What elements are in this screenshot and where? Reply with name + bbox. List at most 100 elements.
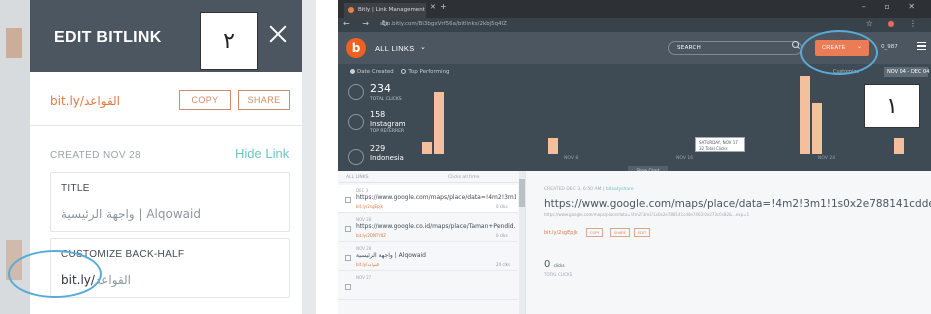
- copy-button[interactable]: COPY: [179, 90, 231, 110]
- bitly-favicon-icon: [348, 7, 354, 13]
- location-icon: [348, 149, 364, 165]
- browser-extension-icons[interactable]: ☆ ● ⋮: [866, 19, 923, 28]
- close-icon[interactable]: [266, 22, 290, 46]
- chart-x-tick: NOV 24: [818, 156, 836, 161]
- highlight-circle: [8, 250, 102, 298]
- stat-label: TOTAL CLICKS: [370, 97, 402, 102]
- short-link-row: bit.ly/القواعد COPY SHARE: [30, 72, 302, 126]
- detail-short-link[interactable]: bit.ly/2sgEpjk: [544, 230, 578, 236]
- annotation-number-1: ١: [864, 84, 920, 128]
- list-header-right: Clicks all time: [448, 175, 480, 180]
- chart-x-tick: NOV 8: [564, 156, 579, 161]
- item-date: NOV 28: [356, 217, 372, 222]
- detail-clicks: 0 clicks: [544, 259, 565, 270]
- filter-top-label[interactable]: Top Performing: [408, 69, 449, 75]
- item-title: https://www.google.com/maps/place/data=!…: [356, 194, 516, 201]
- copy-button[interactable]: COPY: [586, 228, 604, 237]
- chart-x-tick: NOV 16: [676, 156, 694, 161]
- share-button[interactable]: SHARE: [238, 90, 290, 110]
- list-item[interactable]: DEC 3 https://www.google.com/maps/place/…: [338, 185, 518, 213]
- scrollbar-thumb[interactable]: [519, 179, 525, 207]
- radio-top-performing[interactable]: [401, 69, 407, 74]
- detail-title: https://www.google.com/maps/place/data=!…: [544, 198, 931, 210]
- browser-tab-bar: Bitly | Link Management ✕ + – ▫ ✕: [338, 0, 931, 18]
- list-header-left: ALL LINKS: [346, 175, 369, 180]
- analytics-panel: Date Created Top Performing Customize NO…: [338, 64, 931, 174]
- window-controls[interactable]: – ▫ ✕: [862, 2, 923, 11]
- hamburger-menu-icon[interactable]: [917, 42, 926, 50]
- links-list: ALL LINKS Clicks all time DEC 3 https://…: [338, 171, 526, 314]
- share-button[interactable]: SHARE: [610, 228, 630, 237]
- stat-value: 234: [370, 82, 391, 95]
- short-link[interactable]: bit.ly/القواعد: [50, 94, 120, 108]
- chart-bar[interactable]: [548, 138, 558, 154]
- item-title: واجهة الرئيسية | Alqowaid: [356, 252, 426, 259]
- chart-bar[interactable]: [434, 91, 444, 154]
- title-field[interactable]: TITLE واجهة الرئيسية | Alqowaid: [50, 172, 290, 232]
- detail-clicks-unit: clicks: [553, 263, 565, 268]
- tab-title: Bitly | Link Management: [358, 7, 425, 13]
- stat-label: TOP REFERRER: [370, 129, 405, 134]
- radio-date-created[interactable]: [350, 69, 355, 74]
- stat-sub: Instagram: [370, 120, 406, 128]
- edit-bitlink-screenshot: EDIT BITLINK ٢ bit.ly/القواعد COPY SHARE…: [0, 0, 316, 314]
- list-header: ALL LINKS Clicks all time: [338, 171, 525, 183]
- chart-bar[interactable]: [812, 103, 822, 154]
- search-icon[interactable]: [792, 41, 800, 49]
- item-date: NOV 27: [356, 275, 372, 280]
- panel-title: EDIT BITLINK: [54, 29, 162, 46]
- bitly-logo[interactable]: b: [346, 38, 366, 58]
- stat-value: 229: [370, 144, 386, 153]
- chevron-down-icon[interactable]: ⌄: [420, 43, 426, 51]
- stat-sub: Indonesia: [370, 154, 404, 162]
- url-field[interactable]: app.bitly.com/Bi3bgxVrf56a/bitlinks/2kbj…: [380, 21, 507, 27]
- item-clicks: 0 clks: [496, 233, 508, 238]
- panel-header: EDIT BITLINK ٢: [30, 0, 302, 72]
- chart-bar[interactable]: [800, 76, 810, 154]
- hide-link-button[interactable]: Hide Link: [235, 146, 289, 161]
- item-clicks: 24 clks: [496, 262, 511, 267]
- item-clicks: 0 clks: [496, 204, 508, 209]
- search-input[interactable]: SEARCH: [668, 41, 802, 55]
- item-short-link: bit.ly/2DNTY8Z: [356, 233, 387, 238]
- list-scrollbar[interactable]: [519, 171, 525, 314]
- all-links-dropdown[interactable]: ALL LINKS: [375, 44, 415, 53]
- title-label: TITLE: [61, 183, 90, 194]
- checkbox[interactable]: [345, 284, 351, 290]
- item-short-link: bit.ly/القواعد: [356, 262, 380, 267]
- detail-long-url[interactable]: https://www.google.com/maps/place/data=!…: [544, 212, 749, 217]
- list-item[interactable]: NOV 28 https://www.google.co.id/maps/pla…: [338, 214, 518, 242]
- clicks-icon: [348, 84, 364, 100]
- filter-date-label[interactable]: Date Created: [357, 69, 394, 75]
- title-input[interactable]: واجهة الرئيسية | Alqowaid: [61, 207, 201, 221]
- list-item[interactable]: NOV 28 واجهة الرئيسية | Alqowaid bit.ly/…: [338, 243, 518, 271]
- edit-button[interactable]: EDIT: [634, 228, 651, 237]
- filter-options: Date Created Top Performing: [350, 69, 450, 75]
- item-short-link: bit.ly/2sgEpjk: [356, 204, 383, 209]
- tooltip-text: SATURDAY, NOV 17 32 Total Clicks: [699, 140, 738, 151]
- annotation-number-2: ٢: [200, 12, 258, 70]
- detail-created-date: CREATED DEC 3, 6:50 AM |: [544, 187, 606, 192]
- checkbox[interactable]: [345, 255, 351, 261]
- chart-tooltip: SATURDAY, NOV 17 32 Total Clicks: [695, 137, 745, 152]
- browser-tab[interactable]: Bitly | Link Management: [344, 3, 426, 18]
- stat-value: 158: [370, 110, 386, 119]
- detail-created-user[interactable]: bitsatyshare: [606, 187, 634, 192]
- item-date: NOV 28: [356, 246, 372, 251]
- close-tab-icon[interactable]: ✕: [430, 3, 436, 11]
- chart-bar[interactable]: [894, 138, 904, 154]
- checkbox[interactable]: [345, 226, 351, 232]
- list-item[interactable]: NOV 27: [338, 272, 518, 300]
- chart-bar[interactable]: [422, 142, 432, 154]
- background-edge-right: [302, 0, 316, 314]
- new-tab-icon[interactable]: +: [440, 2, 447, 11]
- detail-created: CREATED DEC 3, 6:50 AM | bitsatyshare: [544, 187, 634, 192]
- item-date: DEC 3: [356, 188, 369, 193]
- link-detail-pane: CREATED DEC 3, 6:50 AM | bitsatyshare ht…: [528, 171, 931, 314]
- item-title: https://www.google.co.id/maps/place/Tama…: [356, 223, 516, 230]
- checkbox[interactable]: [345, 197, 351, 203]
- created-date: CREATED NOV 28: [50, 150, 141, 161]
- user-menu[interactable]: 0_987: [881, 44, 898, 50]
- detail-clicks-label: TOTAL CLICKS: [544, 272, 573, 277]
- detail-clicks-value: 0: [544, 259, 551, 270]
